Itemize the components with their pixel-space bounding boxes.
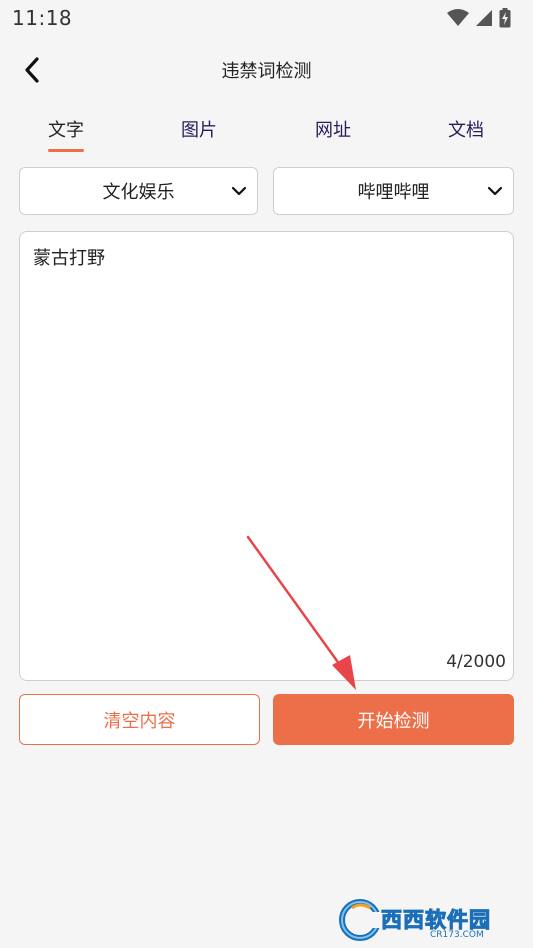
- tab-document[interactable]: 文档: [421, 104, 511, 154]
- tab-url[interactable]: 网址: [288, 104, 378, 154]
- tab-image[interactable]: 图片: [154, 104, 244, 154]
- chevron-down-icon: [231, 186, 247, 196]
- category-select-value: 文化娱乐: [102, 182, 175, 203]
- start-detection-button[interactable]: 开始检测: [273, 694, 514, 745]
- tab-label: 网址: [315, 120, 351, 141]
- watermark-logo: 西西软件园 CR173.COM: [338, 898, 518, 942]
- category-select[interactable]: 文化娱乐: [19, 167, 258, 215]
- platform-select-value: 哔哩哔哩: [357, 182, 430, 203]
- wifi-icon: [447, 9, 469, 26]
- status-icons: [447, 8, 511, 28]
- tab-bar: 文字 图片 网址 文档: [0, 104, 533, 158]
- status-bar: 11:18: [0, 0, 533, 36]
- clear-content-button[interactable]: 清空内容: [19, 694, 260, 745]
- app-bar: 违禁词检测: [0, 44, 533, 96]
- start-detection-label: 开始检测: [357, 710, 430, 732]
- chevron-down-icon: [487, 186, 503, 196]
- tab-label: 图片: [181, 120, 217, 141]
- active-tab-indicator: [48, 149, 84, 152]
- text-input-area[interactable]: 蒙古打野 4/2000: [19, 231, 514, 681]
- battery-charging-icon: [499, 8, 511, 28]
- chevron-left-icon: [25, 57, 39, 83]
- tab-text[interactable]: 文字: [21, 104, 111, 154]
- tab-label: 文档: [448, 120, 484, 141]
- back-button[interactable]: [14, 52, 50, 88]
- watermark-domain: CR173.COM: [430, 930, 484, 940]
- page-title: 违禁词检测: [221, 61, 312, 82]
- platform-select[interactable]: 哔哩哔哩: [273, 167, 514, 215]
- site-logo-icon: [339, 899, 384, 941]
- text-input-value: 蒙古打野: [33, 248, 105, 269]
- clear-content-label: 清空内容: [103, 710, 176, 732]
- signal-icon: [476, 10, 492, 26]
- tab-label: 文字: [48, 120, 84, 141]
- character-count: 4/2000: [446, 652, 506, 672]
- status-time: 11:18: [12, 6, 73, 30]
